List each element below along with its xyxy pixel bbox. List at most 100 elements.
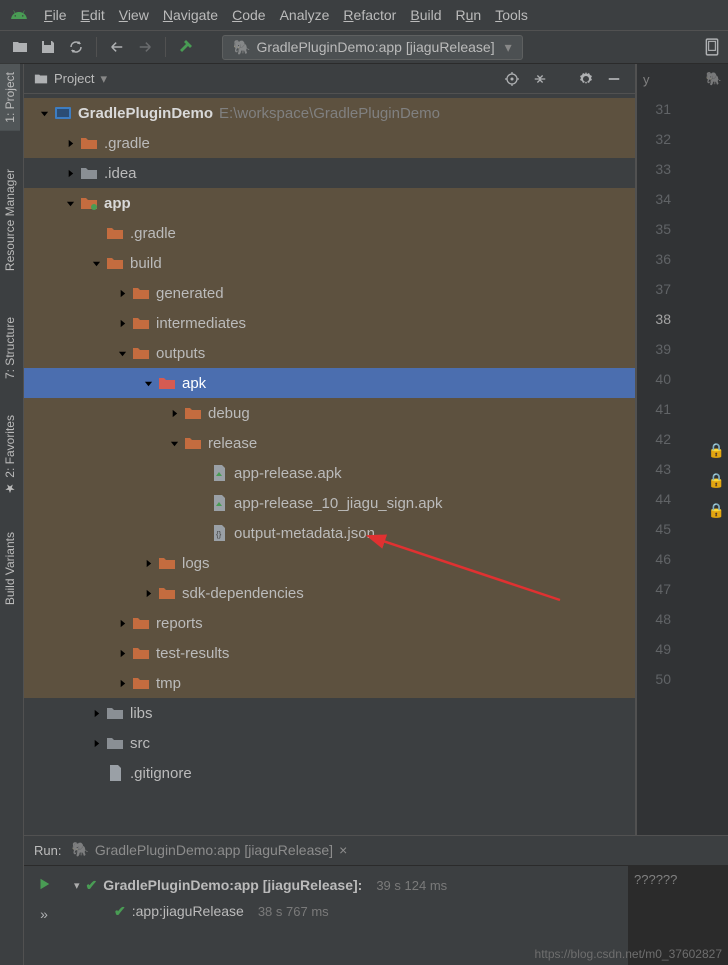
locate-icon[interactable] xyxy=(501,68,523,90)
menu-code[interactable]: Code xyxy=(232,7,265,23)
menu-analyze[interactable]: Analyze xyxy=(280,7,330,23)
menu-refactor[interactable]: Refactor xyxy=(343,7,396,23)
menu-build[interactable]: Build xyxy=(410,7,441,23)
tree-item[interactable]: build xyxy=(24,248,635,278)
tree-item[interactable]: tmp xyxy=(24,668,635,698)
tree-item-label: app-release.apk xyxy=(234,465,342,482)
chevron-down-icon: ▾ xyxy=(505,39,512,56)
tree-item[interactable]: logs xyxy=(24,548,635,578)
tree-arrow-icon[interactable] xyxy=(38,109,50,118)
hammer-icon[interactable] xyxy=(174,35,198,59)
tree-item[interactable]: src xyxy=(24,728,635,758)
task-row[interactable]: ✔ :app:jiaguRelease 38 s 767 ms xyxy=(74,898,618,924)
tree-item[interactable]: GradlePluginDemoE:\workspace\GradlePlugi… xyxy=(24,98,635,128)
line-number: 37 xyxy=(637,274,671,304)
folder-orange-icon xyxy=(132,616,150,630)
tree-arrow-icon[interactable] xyxy=(116,349,128,358)
tab-favorites[interactable]: ★ 2: Favorites xyxy=(0,407,20,504)
folder-orange-icon xyxy=(158,376,176,390)
tree-item[interactable]: test-results xyxy=(24,638,635,668)
folder-orange-icon xyxy=(132,346,150,360)
tree-arrow-icon[interactable] xyxy=(64,169,76,178)
gear-icon[interactable] xyxy=(575,68,597,90)
line-number: 46 xyxy=(637,544,671,574)
tree-item[interactable]: .gitignore xyxy=(24,758,635,788)
run-label: Run: xyxy=(34,843,61,858)
run-config-selector[interactable]: 🐘 GradlePluginDemo:app [jiaguRelease] ▾ xyxy=(222,35,523,60)
line-number: 43 xyxy=(637,454,671,484)
folder-orange-icon xyxy=(184,406,202,420)
menu-run[interactable]: Run xyxy=(455,7,481,23)
editor-tab-y[interactable]: y xyxy=(643,72,650,87)
rerun-icon[interactable] xyxy=(32,872,56,896)
expand-icon[interactable]: » xyxy=(32,902,56,926)
tree-item[interactable]: {}output-metadata.json xyxy=(24,518,635,548)
folder-orange-icon xyxy=(132,316,150,330)
menu-file[interactable]: File xyxy=(44,7,67,23)
tab-project[interactable]: 1: Project xyxy=(0,64,20,131)
tree-item-label: sdk-dependencies xyxy=(182,585,304,602)
line-number: 45 xyxy=(637,514,671,544)
tree-arrow-icon[interactable] xyxy=(168,409,180,418)
menu-edit[interactable]: Edit xyxy=(81,7,105,23)
menu-tools[interactable]: Tools xyxy=(495,7,528,23)
tree-item[interactable]: .idea xyxy=(24,158,635,188)
tree-arrow-icon[interactable] xyxy=(142,559,154,568)
project-panel-header: Project ▾ xyxy=(24,64,635,94)
tree-item-label: src xyxy=(130,735,150,752)
tab-resource-manager[interactable]: Resource Manager xyxy=(0,161,20,279)
gradle-icon: 🐘 xyxy=(71,841,88,858)
menu-view[interactable]: View xyxy=(119,7,149,23)
tree-arrow-icon[interactable] xyxy=(142,379,154,388)
sync-icon[interactable] xyxy=(64,35,88,59)
tree-item[interactable]: generated xyxy=(24,278,635,308)
project-view-selector[interactable]: Project ▾ xyxy=(34,71,107,87)
tree-item[interactable]: reports xyxy=(24,608,635,638)
forward-icon[interactable] xyxy=(133,35,157,59)
tree-arrow-icon[interactable] xyxy=(116,619,128,628)
folder-orange-icon xyxy=(106,226,124,240)
tree-item-label: .gradle xyxy=(130,225,176,242)
tree-arrow-icon[interactable] xyxy=(142,589,154,598)
collapse-icon[interactable] xyxy=(529,68,551,90)
tree-item[interactable]: app xyxy=(24,188,635,218)
open-icon[interactable] xyxy=(8,35,32,59)
task-row[interactable]: ▾ ✔ GradlePluginDemo:app [jiaguRelease]:… xyxy=(74,872,618,898)
tree-arrow-icon[interactable] xyxy=(116,679,128,688)
tree-item[interactable]: outputs xyxy=(24,338,635,368)
tree-item[interactable]: apk xyxy=(24,368,635,398)
line-number: 38 xyxy=(637,304,671,334)
tree-arrow-icon[interactable] xyxy=(64,199,76,208)
left-sidebar-tabs: 1: Project Resource Manager 7: Structure… xyxy=(0,64,24,965)
tree-item[interactable]: intermediates xyxy=(24,308,635,338)
tab-build-variants[interactable]: Build Variants xyxy=(0,524,20,613)
tree-arrow-icon[interactable] xyxy=(116,319,128,328)
menu-navigate[interactable]: Navigate xyxy=(163,7,218,23)
tree-item[interactable]: .gradle xyxy=(24,218,635,248)
tree-arrow-icon[interactable] xyxy=(116,289,128,298)
tree-item[interactable]: libs xyxy=(24,698,635,728)
run-tab[interactable]: 🐘 GradlePluginDemo:app [jiaguRelease] × xyxy=(71,837,347,864)
back-icon[interactable] xyxy=(105,35,129,59)
lock-icon: 🔒 xyxy=(708,472,725,489)
device-icon[interactable] xyxy=(700,35,724,59)
tree-arrow-icon[interactable] xyxy=(90,739,102,748)
tree-item-label: release xyxy=(208,435,257,452)
tree-arrow-icon[interactable] xyxy=(90,709,102,718)
tree-arrow-icon[interactable] xyxy=(90,259,102,268)
tree-item[interactable]: .gradle xyxy=(24,128,635,158)
tab-structure[interactable]: 7: Structure xyxy=(0,309,20,387)
tree-item[interactable]: app-release_10_jiagu_sign.apk xyxy=(24,488,635,518)
close-icon[interactable]: × xyxy=(339,842,347,858)
tree-arrow-icon[interactable] xyxy=(116,649,128,658)
tree-arrow-icon[interactable] xyxy=(64,139,76,148)
tree-item[interactable]: app-release.apk xyxy=(24,458,635,488)
tree-item-label: tmp xyxy=(156,675,181,692)
tree-item[interactable]: release xyxy=(24,428,635,458)
tree-item[interactable]: sdk-dependencies xyxy=(24,578,635,608)
minimize-icon[interactable] xyxy=(603,68,625,90)
tree-arrow-icon[interactable] xyxy=(168,439,180,448)
tree-item[interactable]: debug xyxy=(24,398,635,428)
run-tabs: Run: 🐘 GradlePluginDemo:app [jiaguReleas… xyxy=(24,836,728,866)
save-icon[interactable] xyxy=(36,35,60,59)
